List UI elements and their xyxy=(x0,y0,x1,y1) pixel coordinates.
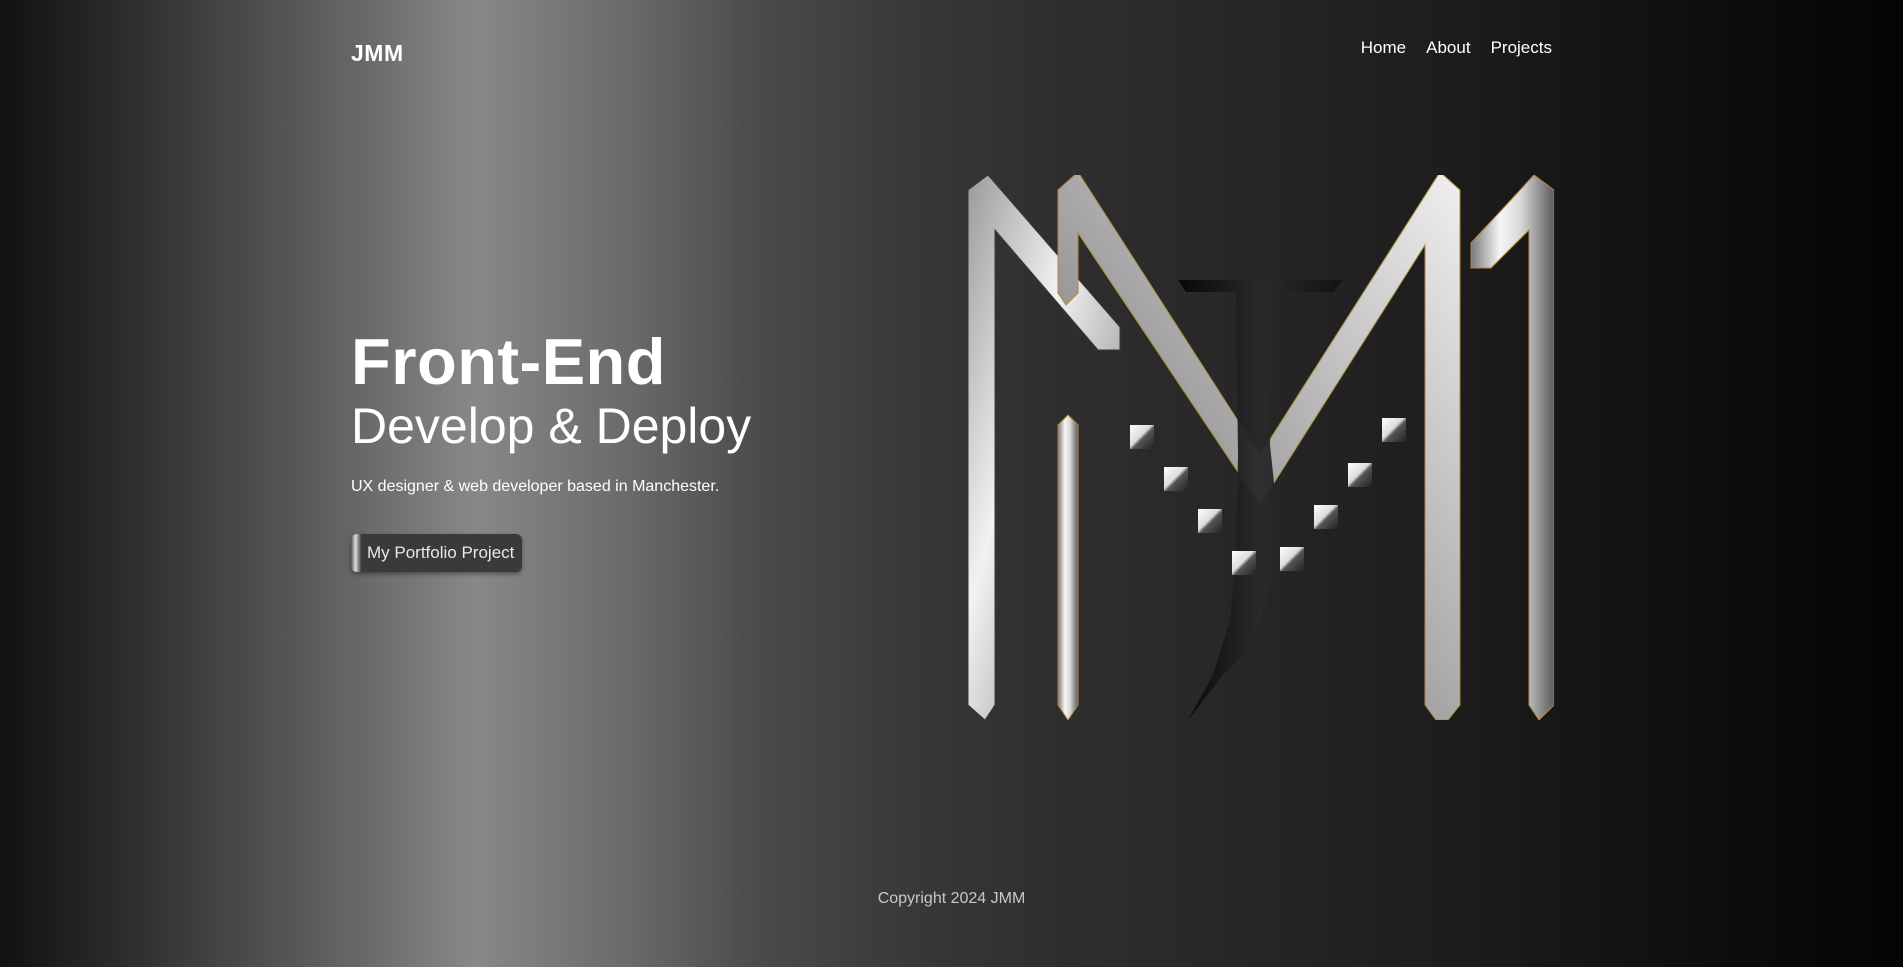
logo-j-letter xyxy=(1178,280,1343,720)
nav-link-home[interactable]: Home xyxy=(1361,38,1406,58)
main-nav: Home About Projects xyxy=(1361,38,1552,58)
portfolio-project-button-label: My Portfolio Project xyxy=(367,543,515,562)
nav-link-projects[interactable]: Projects xyxy=(1491,38,1552,58)
hero-subtitle: Develop & Deploy xyxy=(351,398,752,454)
jmm-monogram-logo-icon xyxy=(968,175,1554,720)
hero-title: Front-End xyxy=(351,325,666,398)
portfolio-project-button[interactable]: My Portfolio Project xyxy=(351,534,522,572)
nav-link-about[interactable]: About xyxy=(1426,38,1470,58)
button-accent-bar xyxy=(351,534,361,572)
logo-outer-m-right xyxy=(1470,175,1554,720)
hero-description: UX designer & web developer based in Man… xyxy=(351,478,720,495)
footer-copyright: Copyright 2024 JMM xyxy=(877,890,1026,907)
hero-section: Front-End Develop & Deploy UX designer &… xyxy=(351,326,751,496)
site-brand[interactable]: JMM xyxy=(351,40,404,67)
